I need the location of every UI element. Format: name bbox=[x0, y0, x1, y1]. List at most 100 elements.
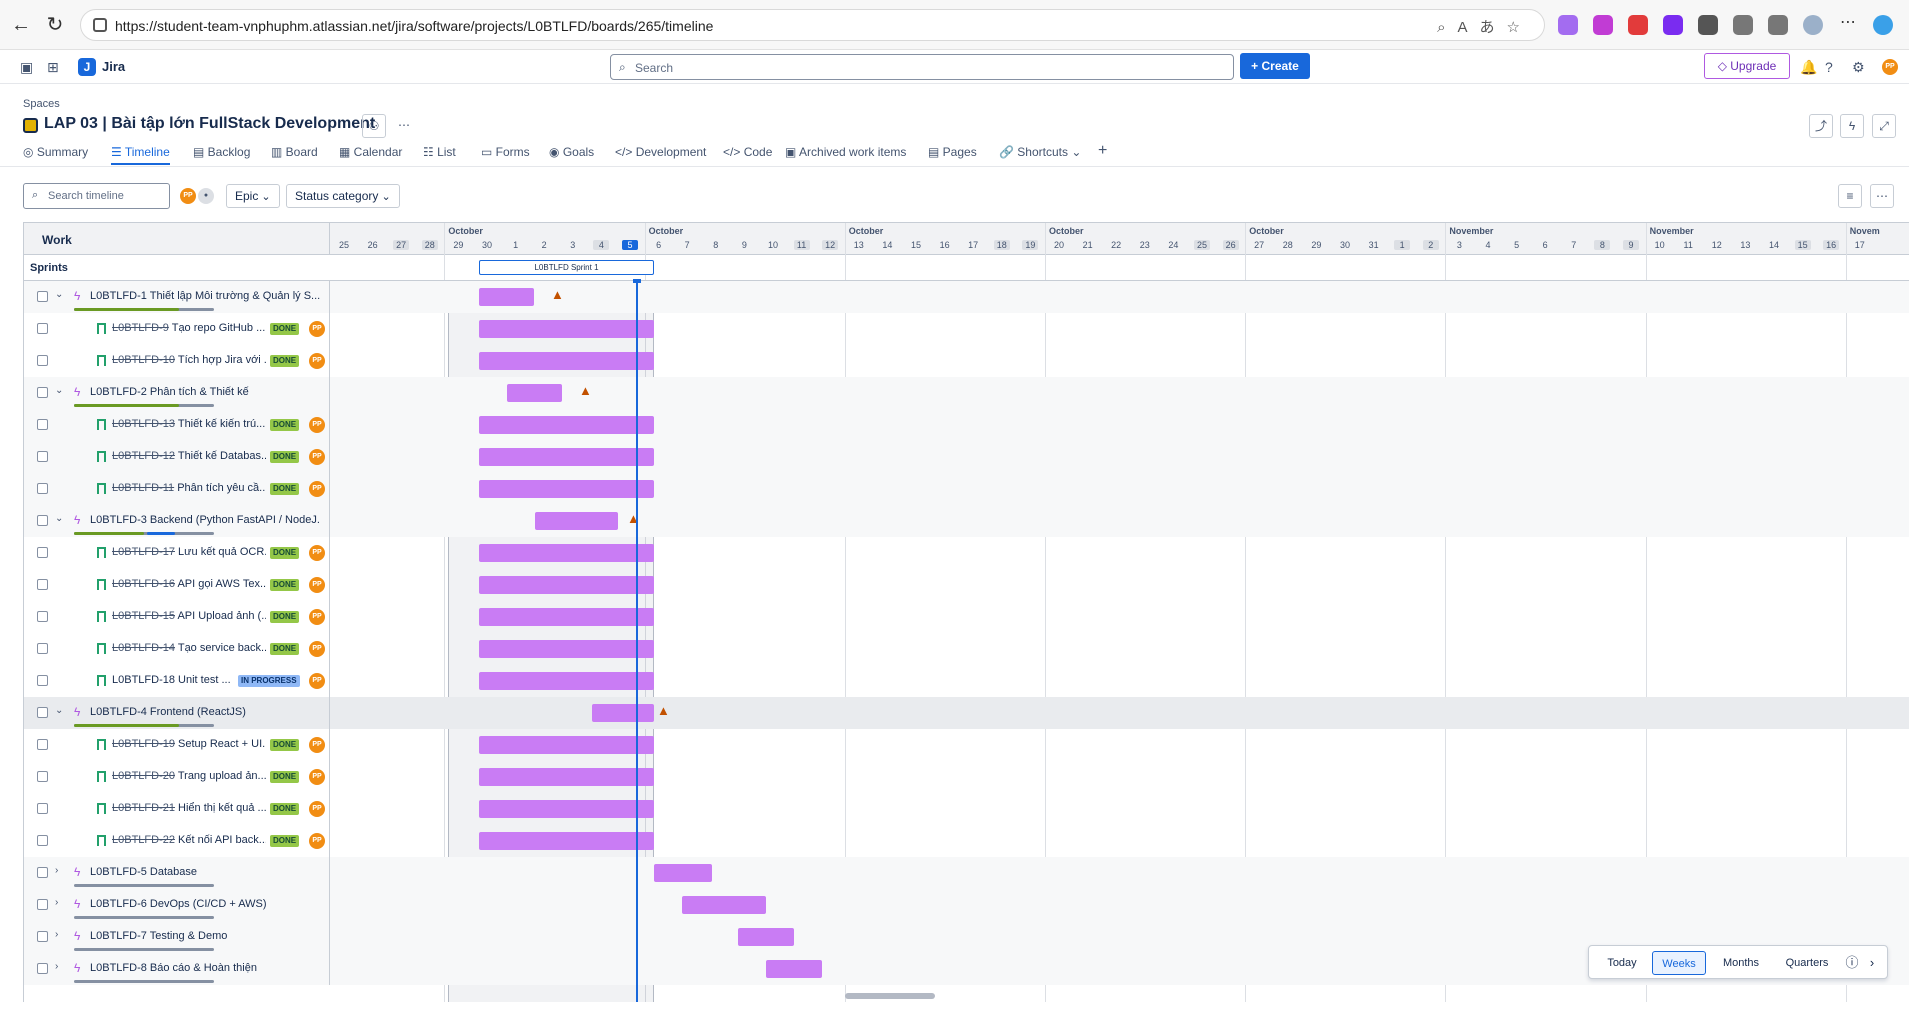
settings-icon[interactable]: ⚙ bbox=[1852, 59, 1865, 76]
extension-icon[interactable] bbox=[1628, 15, 1648, 35]
create-button[interactable]: + Create bbox=[1240, 53, 1310, 79]
schedule-bar[interactable] bbox=[479, 576, 654, 594]
address-bar[interactable]: https://student-team-vnphuphm.atlassian.… bbox=[80, 9, 1545, 41]
tab-development[interactable]: </> Development bbox=[615, 145, 706, 159]
story-row[interactable]: DONE PP L0BTLFD-20 Trang upload ản... bbox=[24, 761, 1909, 793]
row-title[interactable]: L0BTLFD-19 Setup React + UI... bbox=[112, 738, 266, 750]
row-checkbox[interactable] bbox=[37, 931, 48, 942]
fullscreen-icon[interactable]: ⤢ bbox=[1872, 114, 1896, 138]
chevron-right-icon[interactable]: › bbox=[55, 961, 58, 972]
schedule-bar[interactable] bbox=[507, 384, 562, 402]
assignee-avatar[interactable]: PP bbox=[309, 449, 325, 465]
warning-icon[interactable]: ▲ bbox=[579, 383, 592, 398]
automation-icon[interactable]: ϟ bbox=[1840, 114, 1864, 138]
row-checkbox[interactable] bbox=[37, 323, 48, 334]
row-checkbox[interactable] bbox=[37, 835, 48, 846]
story-row[interactable]: DONE PP L0BTLFD-22 Kết nối API back... bbox=[24, 825, 1909, 857]
schedule-bar[interactable] bbox=[479, 352, 654, 370]
chevron-right-icon[interactable]: › bbox=[55, 865, 58, 876]
row-title[interactable]: L0BTLFD-14 Tạo service back... bbox=[112, 642, 266, 654]
row-checkbox[interactable] bbox=[37, 771, 48, 782]
assignee-avatar[interactable]: PP bbox=[309, 641, 325, 657]
tab-board[interactable]: ▥ Board bbox=[271, 145, 318, 159]
row-checkbox[interactable] bbox=[37, 515, 48, 526]
schedule-bar[interactable] bbox=[479, 544, 654, 562]
row-checkbox[interactable] bbox=[37, 899, 48, 910]
weeks-button[interactable]: Weeks bbox=[1652, 951, 1706, 975]
schedule-bar[interactable] bbox=[479, 416, 654, 434]
row-title[interactable]: L0BTLFD-6 DevOps (CI/CD + AWS) bbox=[90, 898, 320, 910]
collections-icon[interactable] bbox=[1768, 15, 1788, 35]
more-icon[interactable]: ⋯ bbox=[1838, 15, 1858, 35]
avatar-filter[interactable]: PP bbox=[180, 188, 196, 204]
schedule-bar[interactable] bbox=[479, 800, 654, 818]
chevron-right-icon[interactable]: › bbox=[1863, 951, 1881, 975]
chevron-down-icon[interactable]: ⌄ bbox=[55, 289, 63, 300]
schedule-bar[interactable] bbox=[479, 480, 654, 498]
tab-calendar[interactable]: ▦ Calendar bbox=[339, 145, 402, 159]
story-row[interactable]: DONE PP L0BTLFD-14 Tạo service back... bbox=[24, 633, 1909, 665]
schedule-bar[interactable] bbox=[479, 768, 654, 786]
profile-avatar[interactable] bbox=[1803, 15, 1823, 35]
chevron-right-icon[interactable]: › bbox=[55, 897, 58, 908]
app-name[interactable]: Jira bbox=[102, 59, 125, 74]
story-row[interactable]: DONE PP L0BTLFD-19 Setup React + UI... bbox=[24, 729, 1909, 761]
row-checkbox[interactable] bbox=[37, 355, 48, 366]
chevron-right-icon[interactable]: › bbox=[55, 929, 58, 940]
row-title[interactable]: L0BTLFD-15 API Upload ảnh (... bbox=[112, 610, 266, 622]
jira-logo-icon[interactable]: J bbox=[78, 58, 96, 76]
status-badge[interactable]: DONE bbox=[270, 547, 300, 559]
unassigned-avatar-icon[interactable]: ● bbox=[198, 188, 214, 204]
row-checkbox[interactable] bbox=[37, 611, 48, 622]
tab-timeline[interactable]: ☰ Timeline bbox=[111, 145, 170, 165]
back-icon[interactable]: ← bbox=[8, 12, 34, 38]
schedule-bar[interactable] bbox=[766, 960, 822, 978]
schedule-bar[interactable] bbox=[479, 448, 654, 466]
row-title[interactable]: L0BTLFD-9 Tạo repo GitHub ... bbox=[112, 322, 266, 334]
app-switcher-icon[interactable]: ⊞ bbox=[47, 59, 59, 76]
status-badge[interactable]: DONE bbox=[270, 355, 300, 367]
warning-icon[interactable]: ▲ bbox=[657, 703, 670, 718]
tab-shortcuts[interactable]: 🔗 Shortcuts ⌄ bbox=[999, 145, 1081, 159]
row-checkbox[interactable] bbox=[37, 803, 48, 814]
row-checkbox[interactable] bbox=[37, 291, 48, 302]
status-badge[interactable]: DONE bbox=[270, 323, 300, 335]
tab-list[interactable]: ☷ List bbox=[423, 145, 456, 159]
team-icon[interactable]: ⚇ bbox=[362, 114, 386, 138]
row-title[interactable]: L0BTLFD-12 Thiết kế Databas... bbox=[112, 450, 266, 462]
row-checkbox[interactable] bbox=[37, 387, 48, 398]
story-row[interactable]: DONE PP L0BTLFD-17 Lưu kết quả OCR... bbox=[24, 537, 1909, 569]
extension-icon[interactable] bbox=[1663, 15, 1683, 35]
extension-icon[interactable] bbox=[1558, 15, 1578, 35]
sprint-chip[interactable]: L0BTLFD Sprint 1 bbox=[479, 260, 654, 275]
share-icon[interactable]: ⤴ bbox=[1809, 114, 1833, 138]
assignee-avatar[interactable]: PP bbox=[309, 577, 325, 593]
row-checkbox[interactable] bbox=[37, 451, 48, 462]
story-row[interactable]: DONE PP L0BTLFD-11 Phân tích yêu cầ... bbox=[24, 473, 1909, 505]
row-title[interactable]: L0BTLFD-17 Lưu kết quả OCR... bbox=[112, 546, 266, 558]
tab-pages[interactable]: ▤ Pages bbox=[928, 145, 977, 159]
row-title[interactable]: L0BTLFD-11 Phân tích yêu cầ... bbox=[112, 482, 266, 494]
row-title[interactable]: L0BTLFD-3 Backend (Python FastAPI / Node… bbox=[90, 514, 320, 526]
schedule-bar[interactable] bbox=[479, 832, 654, 850]
story-row[interactable]: DONE PP L0BTLFD-15 API Upload ảnh (... bbox=[24, 601, 1909, 633]
epic-filter-dropdown[interactable]: Epic bbox=[226, 184, 280, 208]
more-actions-icon[interactable]: ⋯ bbox=[392, 114, 416, 138]
reload-icon[interactable]: ↻ bbox=[42, 12, 68, 38]
more-options-icon[interactable]: ⋯ bbox=[1870, 184, 1894, 208]
global-search-input[interactable]: ⌕ Search bbox=[610, 54, 1234, 80]
row-checkbox[interactable] bbox=[37, 707, 48, 718]
status-badge[interactable]: DONE bbox=[270, 451, 300, 463]
months-button[interactable]: Months bbox=[1711, 951, 1771, 975]
chevron-down-icon[interactable]: ⌄ bbox=[55, 385, 63, 396]
row-title[interactable]: L0BTLFD-21 Hiển thị kết quả ... bbox=[112, 802, 266, 814]
row-checkbox[interactable] bbox=[37, 963, 48, 974]
status-badge[interactable]: DONE bbox=[270, 835, 300, 847]
assignee-avatar[interactable]: PP bbox=[309, 801, 325, 817]
extension-icon[interactable] bbox=[1593, 15, 1613, 35]
epic-row[interactable]: ⌄ ϟ L0BTLFD-4 Frontend (ReactJS) ▲ bbox=[24, 697, 1909, 729]
schedule-bar[interactable] bbox=[479, 640, 654, 658]
row-checkbox[interactable] bbox=[37, 547, 48, 558]
sidebar-toggle-icon[interactable]: ▣ bbox=[20, 59, 33, 76]
row-title[interactable]: L0BTLFD-2 Phân tích & Thiết kế bbox=[90, 386, 320, 398]
